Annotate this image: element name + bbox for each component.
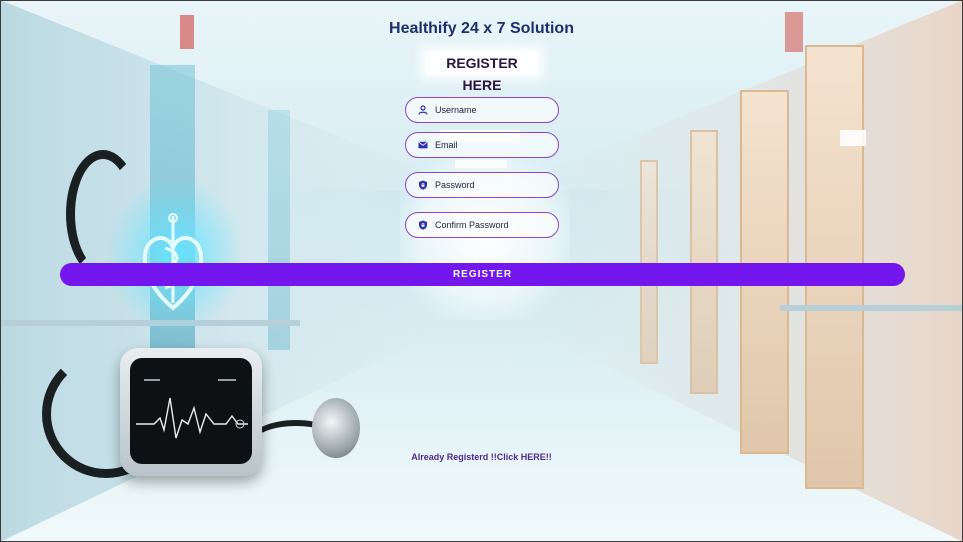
username-field[interactable]	[405, 97, 559, 123]
monitor-screen	[130, 358, 252, 464]
stethoscope-tube	[66, 150, 140, 278]
ecg-waveform	[136, 379, 248, 439]
shield-icon	[418, 220, 428, 230]
confirm-password-field[interactable]	[405, 212, 559, 238]
right-door	[690, 130, 718, 394]
ceiling-light	[455, 160, 507, 168]
password-field[interactable]	[405, 172, 559, 198]
envelope-icon	[418, 140, 428, 150]
email-input[interactable]	[435, 140, 545, 150]
stethoscope-chestpiece	[312, 398, 360, 458]
register-button[interactable]: REGISTER	[60, 263, 905, 286]
email-field[interactable]	[405, 132, 559, 158]
login-link[interactable]: Already Registerd !!Click HERE!!	[0, 452, 963, 462]
app-title: Healthify 24 x 7 Solution	[389, 20, 574, 37]
ceiling-light	[840, 130, 866, 146]
wall-rail	[780, 305, 963, 311]
password-input[interactable]	[435, 180, 545, 190]
right-door	[640, 160, 658, 364]
shield-icon	[418, 180, 428, 190]
user-icon	[418, 105, 428, 115]
confirm-password-input[interactable]	[435, 220, 545, 230]
register-heading: REGISTER HERE	[426, 52, 538, 93]
left-window	[268, 110, 290, 350]
username-input[interactable]	[435, 105, 545, 115]
